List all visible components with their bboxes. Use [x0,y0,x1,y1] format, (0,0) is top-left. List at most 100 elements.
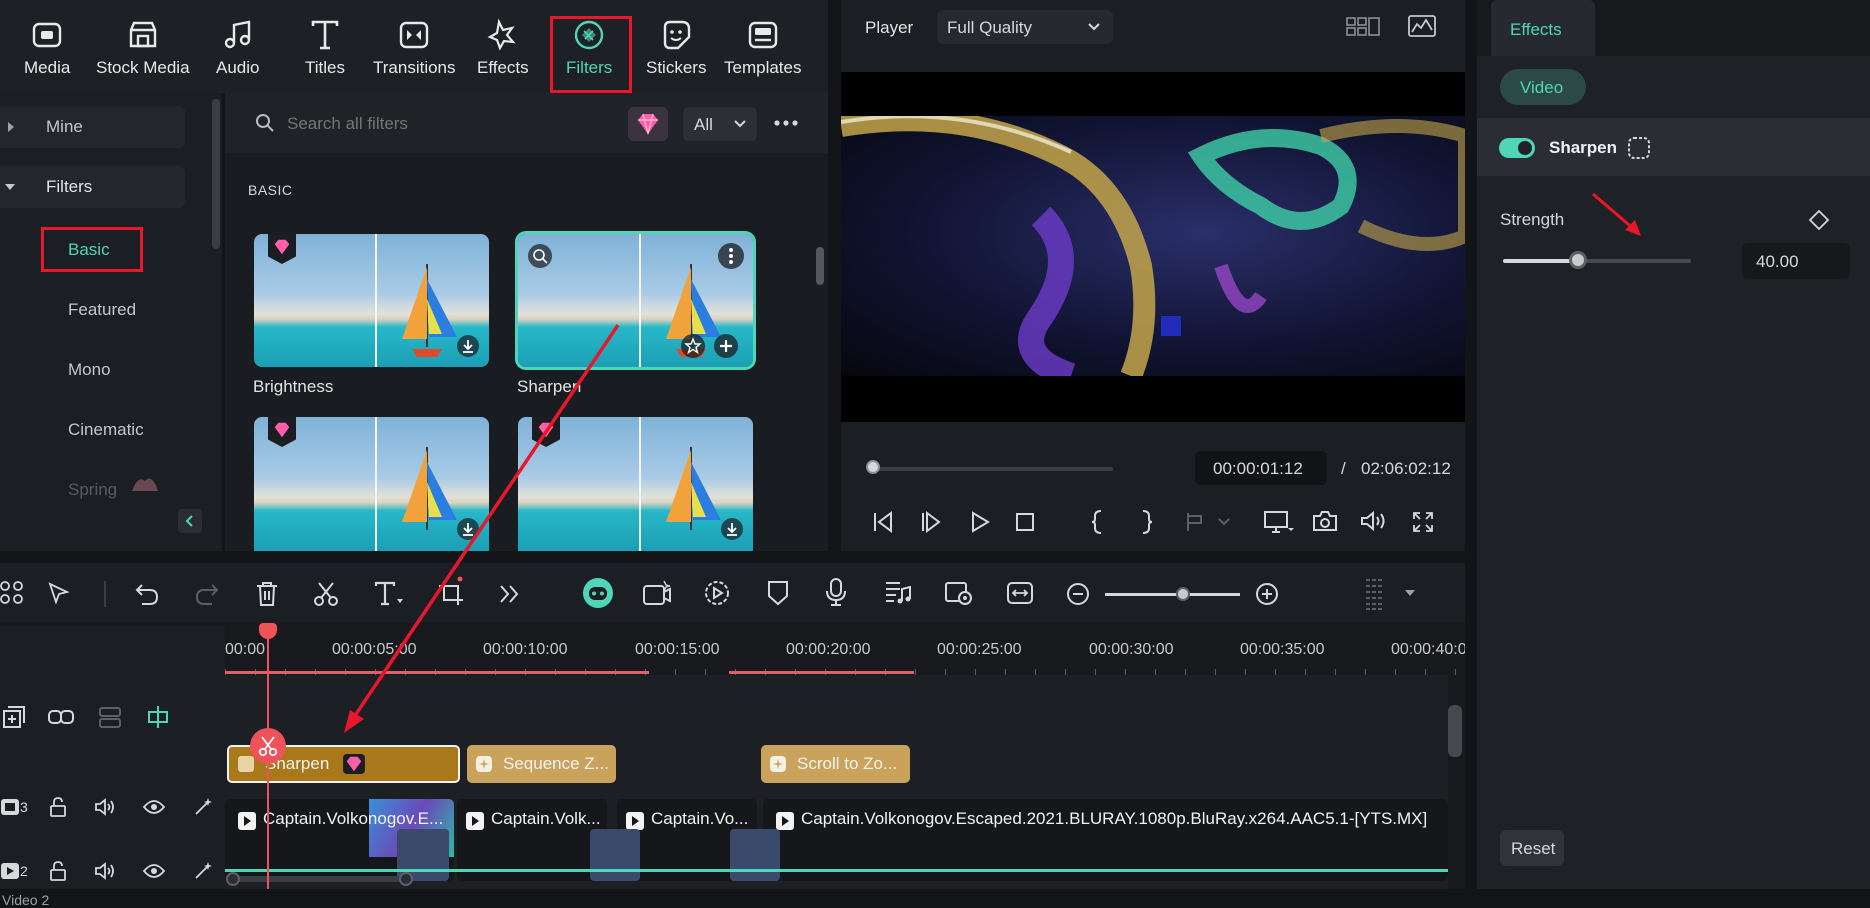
zoom-in-icon[interactable] [1255,582,1279,606]
step-back-icon[interactable] [871,511,895,533]
keyframe-diamond-icon[interactable] [1808,209,1830,231]
volume-icon[interactable] [1360,510,1388,532]
filter-scrollbar[interactable] [816,247,824,285]
mask-icon[interactable] [1627,136,1651,160]
scrollbar-handle-right[interactable] [399,872,413,886]
zoom-out-icon[interactable] [1066,582,1090,606]
mark-in-icon[interactable] [1091,509,1105,535]
volume-icon[interactable] [94,861,116,881]
time-ruler[interactable]: 00:00 00:00:05:00 00:00:10:00 00:00:15:0… [225,625,1465,675]
lock-icon[interactable] [49,861,67,881]
audio-track-icon[interactable] [884,579,912,607]
add-icon[interactable] [713,333,739,359]
fit-timeline-icon[interactable] [1006,581,1034,605]
nav-item-featured[interactable]: Featured [68,300,136,320]
download-icon[interactable] [456,517,480,541]
zoom-slider[interactable] [1105,593,1240,596]
ai-video-icon[interactable] [642,579,672,607]
quality-dropdown[interactable]: Full Quality [937,10,1113,44]
select-cursor-icon[interactable] [47,581,73,607]
search-input[interactable] [285,109,589,139]
filter-card[interactable] [254,417,489,551]
preview-zoom-icon[interactable] [527,243,553,269]
group-tracks-icon[interactable] [98,705,122,729]
snapshot-camera-icon[interactable] [1312,510,1338,532]
category-dropdown[interactable]: All [683,107,757,141]
tab-stickers[interactable]: Stickers [646,18,706,78]
display-settings-icon[interactable] [1263,510,1295,534]
premium-filter-button[interactable] [628,107,668,141]
nav-mine[interactable]: Mine [0,106,185,148]
nav-item-spring[interactable]: Spring [68,480,117,500]
step-forward-icon[interactable] [919,511,943,533]
split-scissors-icon[interactable] [313,581,339,607]
timeline-vertical-scrollbar[interactable] [1448,705,1462,757]
playback-scrubber[interactable] [873,467,1113,471]
magnetic-snap-icon[interactable] [146,705,170,729]
transition-thumbnail[interactable] [590,829,640,881]
tab-titles[interactable]: Titles [305,18,345,78]
download-icon[interactable] [720,517,744,541]
scrubber-handle[interactable] [866,460,880,474]
layout-grid-icon[interactable] [1346,16,1380,38]
play-icon[interactable] [969,511,991,533]
strength-slider-handle[interactable] [1569,251,1588,269]
reset-button[interactable]: Reset [1500,830,1564,866]
auto-enhance-wand-icon[interactable] [193,797,213,817]
effect-clip-scroll-zoom[interactable]: Scroll to Zo... [761,745,910,783]
nav-item-cinematic[interactable]: Cinematic [68,420,144,440]
track-height-icon[interactable] [1364,577,1384,611]
filter-card-sharpen[interactable] [518,234,753,367]
nav-item-basic[interactable]: Basic [68,240,110,260]
link-clips-icon[interactable] [47,707,75,727]
tab-stock-media[interactable]: Stock Media [96,18,190,78]
volume-icon[interactable] [94,797,116,817]
zoom-slider-handle[interactable] [1176,587,1190,601]
scrollbar-handle-left[interactable] [226,872,240,886]
speed-ramp-icon[interactable] [703,579,731,607]
undo-icon[interactable] [134,581,160,607]
tab-effects-properties[interactable]: Effects [1491,0,1595,56]
transition-thumbnail[interactable] [730,829,780,881]
collapse-panel-button[interactable] [178,509,202,533]
tab-transitions[interactable]: Transitions [373,18,456,78]
lock-icon[interactable] [49,797,67,817]
tab-video[interactable]: Video [1500,69,1586,105]
timeline-horizontal-scrollbar[interactable] [232,876,407,882]
fullscreen-icon[interactable] [1412,511,1434,533]
tab-effects[interactable]: Effects [477,18,529,78]
visibility-eye-icon[interactable] [143,863,165,879]
marker-shield-icon[interactable] [766,579,790,607]
tab-audio[interactable]: Audio [216,18,259,78]
video-preview[interactable] [841,72,1465,422]
effect-clip-sequence-zoom[interactable]: Sequence Z... [467,745,616,783]
more-tools-chevron-icon[interactable] [498,583,520,605]
filter-card-brightness[interactable] [254,234,489,367]
more-vertical-icon[interactable] [717,242,745,270]
strength-value-input[interactable]: 40.00 [1742,243,1850,279]
caret-down-icon[interactable] [1404,589,1416,597]
mark-out-icon[interactable] [1139,509,1153,535]
nav-filters[interactable]: Filters [0,166,185,208]
microphone-icon[interactable] [825,577,847,607]
ai-copilot-icon[interactable] [582,577,614,609]
effect-enable-toggle[interactable] [1499,138,1535,158]
auto-enhance-wand-icon[interactable] [193,861,213,881]
waveform-monitor-icon[interactable] [1408,14,1436,38]
redo-icon[interactable] [194,581,220,607]
apps-grid-icon[interactable] [0,581,26,607]
add-track-icon[interactable] [2,705,26,729]
tab-media[interactable]: Media [24,18,70,78]
nav-scrollbar[interactable] [212,99,220,249]
stop-icon[interactable] [1015,512,1035,532]
insert-clip-icon[interactable] [1185,510,1231,534]
visibility-eye-icon[interactable] [143,799,165,815]
download-icon[interactable] [456,334,480,358]
playhead-split-button[interactable] [250,728,286,764]
favorite-star-icon[interactable] [680,333,706,359]
tab-templates[interactable]: Templates [724,18,801,78]
crop-icon[interactable] [437,575,467,607]
text-tool-icon[interactable] [374,581,404,607]
more-options-icon[interactable] [773,119,799,127]
delete-trash-icon[interactable] [255,581,279,607]
